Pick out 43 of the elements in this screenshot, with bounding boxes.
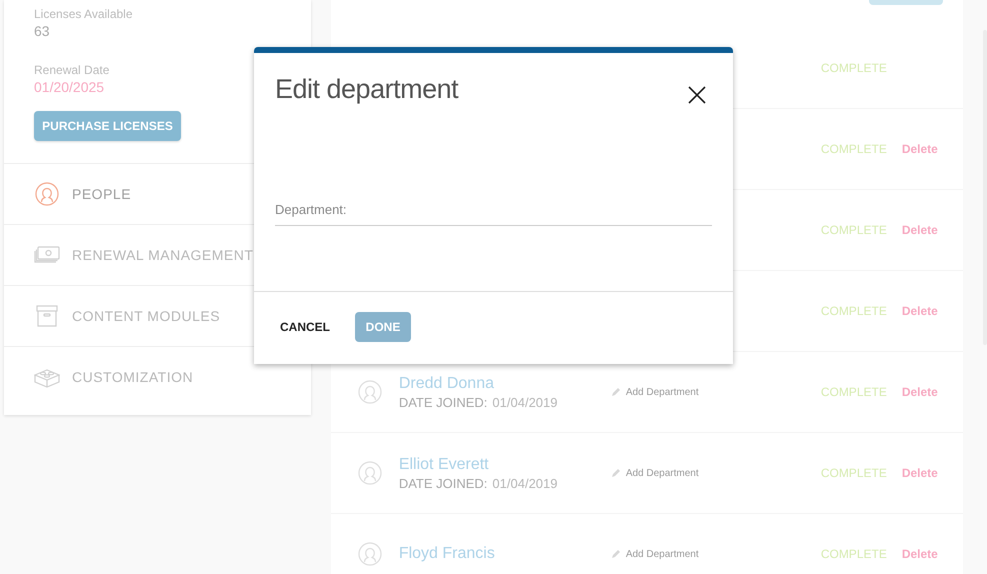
person-icon (358, 542, 382, 566)
archive-box-icon (34, 305, 60, 327)
pencil-icon (610, 468, 620, 478)
delete-link[interactable]: Delete (902, 140, 938, 158)
person-name[interactable]: Dredd Donna (398, 374, 558, 394)
close-icon[interactable] (687, 85, 707, 105)
status-text: COMPLETE (820, 60, 888, 77)
status-text: COMPLETE (820, 222, 888, 239)
add-department-link[interactable]: Add Department (610, 384, 699, 400)
stat-label: Renewal Date (34, 62, 110, 78)
pencil-icon (610, 550, 620, 558)
status-text: COMPLETE (820, 303, 888, 320)
delete-link[interactable]: Delete (902, 545, 938, 563)
person-icon (358, 461, 382, 485)
delete-link[interactable]: Delete (902, 464, 938, 482)
person-name[interactable]: Elliot Everett (398, 454, 558, 474)
done-button[interactable]: DONE (355, 312, 411, 342)
person-icon (34, 182, 60, 206)
status-text: COMPLETE (820, 384, 888, 401)
person-icon (358, 380, 382, 404)
delete-link[interactable]: Delete (902, 302, 938, 320)
cash-icon (34, 246, 60, 264)
delete-link[interactable]: Delete (902, 383, 938, 401)
add-department-link[interactable]: Add Department (610, 466, 699, 480)
add-department-link[interactable]: Add Department (610, 546, 699, 562)
nav-item[interactable]: CUSTOMIZATION (4, 347, 311, 408)
status-text: COMPLETE (820, 141, 888, 158)
stat-value: 01/20/2025 (34, 78, 104, 96)
brick-icon (34, 368, 60, 388)
delete-link[interactable]: Delete (902, 221, 938, 239)
pencil-icon (610, 388, 620, 396)
stat-value: 63 (34, 22, 50, 40)
purchase-licenses-button[interactable]: PURCHASE LICENSES (34, 111, 181, 141)
date-joined: 01/04/2019 (492, 394, 558, 410)
date-joined: 01/04/2019 (492, 474, 558, 492)
date-label: DATE JOINED: (398, 474, 488, 492)
status-text: COMPLETE (820, 465, 888, 482)
dialog-title: Edit department (275, 73, 458, 105)
department-field[interactable]: Department: (275, 193, 712, 226)
status-text: COMPLETE (820, 546, 888, 563)
date-label: DATE JOINED: (398, 394, 488, 410)
stat-label: Licenses Available (34, 6, 134, 22)
person-name[interactable]: Floyd Francis (398, 544, 495, 564)
